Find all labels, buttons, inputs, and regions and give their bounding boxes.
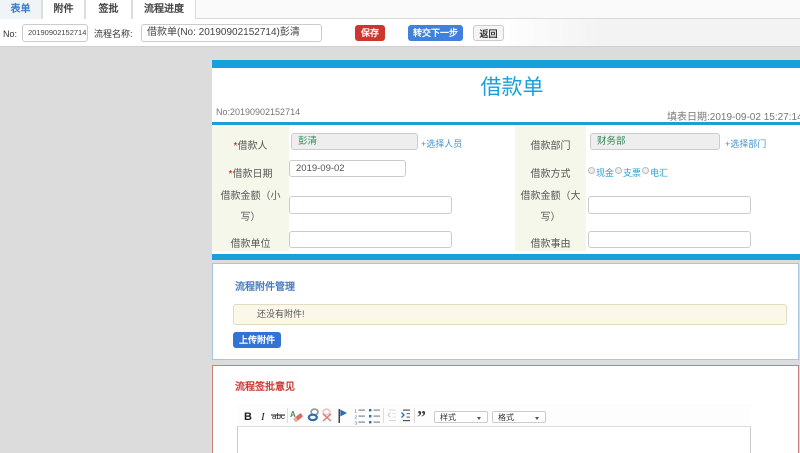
svg-text:I: I xyxy=(260,411,266,423)
svg-text:”: ” xyxy=(417,407,426,427)
svg-text:3: 3 xyxy=(355,421,358,426)
svg-text:B: B xyxy=(244,411,252,423)
svg-text:1: 1 xyxy=(355,409,358,414)
svg-text:abc: abc xyxy=(272,412,285,421)
svg-text:2: 2 xyxy=(355,415,358,420)
